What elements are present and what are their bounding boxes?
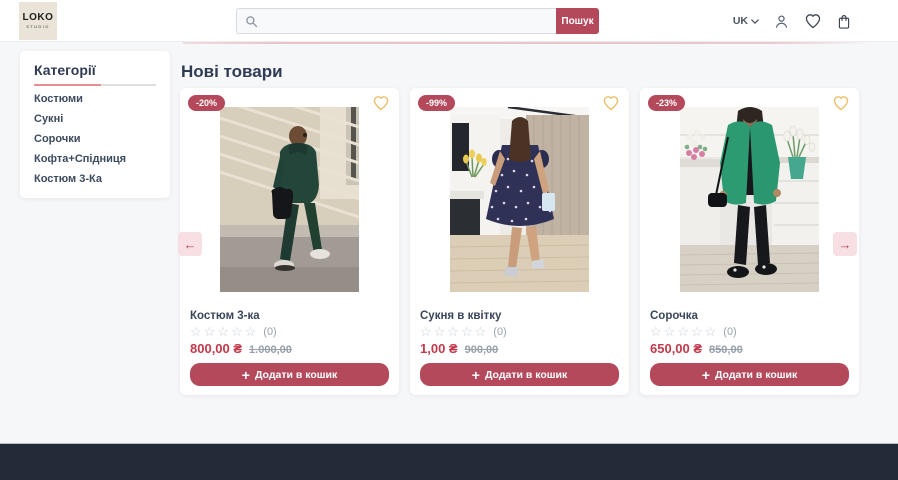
- product-name[interactable]: Сукня в квітку: [420, 310, 501, 322]
- chevron-down-icon: [751, 19, 759, 24]
- product-carousel: -20%: [180, 88, 859, 395]
- rating-count: (0): [493, 326, 506, 338]
- add-to-cart-button[interactable]: + Додати в кошик: [420, 363, 619, 386]
- plus-icon: +: [702, 368, 710, 382]
- sidebar-item-kostium-3ka[interactable]: Костюм 3-Ка: [34, 169, 156, 189]
- price-old: 850,00: [709, 344, 743, 356]
- categories-title: Категорії: [34, 62, 156, 78]
- product-rating: ☆☆☆☆☆ (0): [650, 325, 737, 338]
- carousel-next-button[interactable]: →: [833, 232, 857, 256]
- header: LOKO STUDIO Пошук UK: [0, 0, 898, 42]
- header-controls: UK: [733, 0, 852, 42]
- search-input-box: [236, 8, 556, 34]
- rating-stars[interactable]: ☆☆☆☆☆: [420, 325, 488, 338]
- product-image[interactable]: [220, 107, 359, 292]
- price-old: 900,00: [465, 344, 499, 356]
- discount-badge: -20%: [188, 95, 225, 111]
- language-selector[interactable]: UK: [733, 15, 759, 27]
- product-image[interactable]: [680, 107, 819, 292]
- sidebar-item-kofta-spidnytsia[interactable]: Кофта+Спідниця: [34, 149, 156, 169]
- brand-subname: STUDIO: [26, 25, 50, 29]
- product-image[interactable]: [450, 107, 589, 292]
- discount-badge: -23%: [648, 95, 685, 111]
- product-prices: 800,00 ₴ 1.000,00: [190, 341, 292, 356]
- cart-icon[interactable]: [836, 13, 852, 30]
- price-current: 800,00 ₴: [190, 341, 242, 356]
- sidebar-item-kostiumy[interactable]: Костюми: [34, 89, 156, 109]
- favorite-icon[interactable]: [602, 95, 620, 111]
- search-bar: Пошук: [236, 8, 599, 34]
- add-to-cart-button[interactable]: + Додати в кошик: [650, 363, 849, 386]
- sidebar-item-sorochky[interactable]: Сорочки: [34, 129, 156, 149]
- favorite-icon[interactable]: [372, 95, 390, 111]
- product-name[interactable]: Костюм 3-ка: [190, 310, 260, 322]
- rating-count: (0): [723, 326, 736, 338]
- wishlist-icon[interactable]: [804, 13, 822, 29]
- product-card: -23%: [640, 88, 859, 395]
- product-prices: 1,00 ₴ 900,00: [420, 341, 498, 356]
- product-card: -99%: [410, 88, 629, 395]
- discount-badge: -99%: [418, 95, 455, 111]
- categories-list: Костюми Сукні Сорочки Кофта+Спідниця Кос…: [20, 89, 170, 189]
- product-rating: ☆☆☆☆☆ (0): [190, 325, 277, 338]
- language-label: UK: [733, 15, 748, 27]
- add-to-cart-label: Додати в кошик: [255, 369, 337, 381]
- categories-divider: [34, 84, 156, 86]
- categories-panel: Категорії Костюми Сукні Сорочки Кофта+Сп…: [20, 51, 170, 198]
- footer: [0, 443, 898, 480]
- add-to-cart-label: Додати в кошик: [715, 369, 797, 381]
- plus-icon: +: [242, 368, 250, 382]
- header-accent-line: [183, 42, 872, 44]
- search-input[interactable]: [264, 15, 556, 27]
- rating-stars[interactable]: ☆☆☆☆☆: [190, 325, 258, 338]
- product-card: -20%: [180, 88, 399, 395]
- add-to-cart-label: Додати в кошик: [485, 369, 567, 381]
- page: LOKO STUDIO Пошук UK: [0, 0, 898, 480]
- product-rating: ☆☆☆☆☆ (0): [420, 325, 507, 338]
- search-button[interactable]: Пошук: [556, 8, 599, 34]
- price-current: 650,00 ₴: [650, 341, 702, 356]
- search-icon: [245, 15, 258, 28]
- carousel-prev-button[interactable]: ←: [178, 232, 202, 256]
- rating-count: (0): [263, 326, 276, 338]
- brand-logo[interactable]: LOKO STUDIO: [19, 2, 57, 40]
- favorite-icon[interactable]: [832, 95, 850, 111]
- account-icon[interactable]: [773, 13, 790, 30]
- price-current: 1,00 ₴: [420, 341, 458, 356]
- page-title: Нові товари: [181, 62, 283, 82]
- product-prices: 650,00 ₴ 850,00: [650, 341, 743, 356]
- add-to-cart-button[interactable]: + Додати в кошик: [190, 363, 389, 386]
- sidebar-item-sukni[interactable]: Сукні: [34, 109, 156, 129]
- product-name[interactable]: Сорочка: [650, 310, 698, 322]
- brand-name: LOKO: [23, 13, 54, 23]
- price-old: 1.000,00: [249, 344, 292, 356]
- rating-stars[interactable]: ☆☆☆☆☆: [650, 325, 718, 338]
- plus-icon: +: [472, 368, 480, 382]
